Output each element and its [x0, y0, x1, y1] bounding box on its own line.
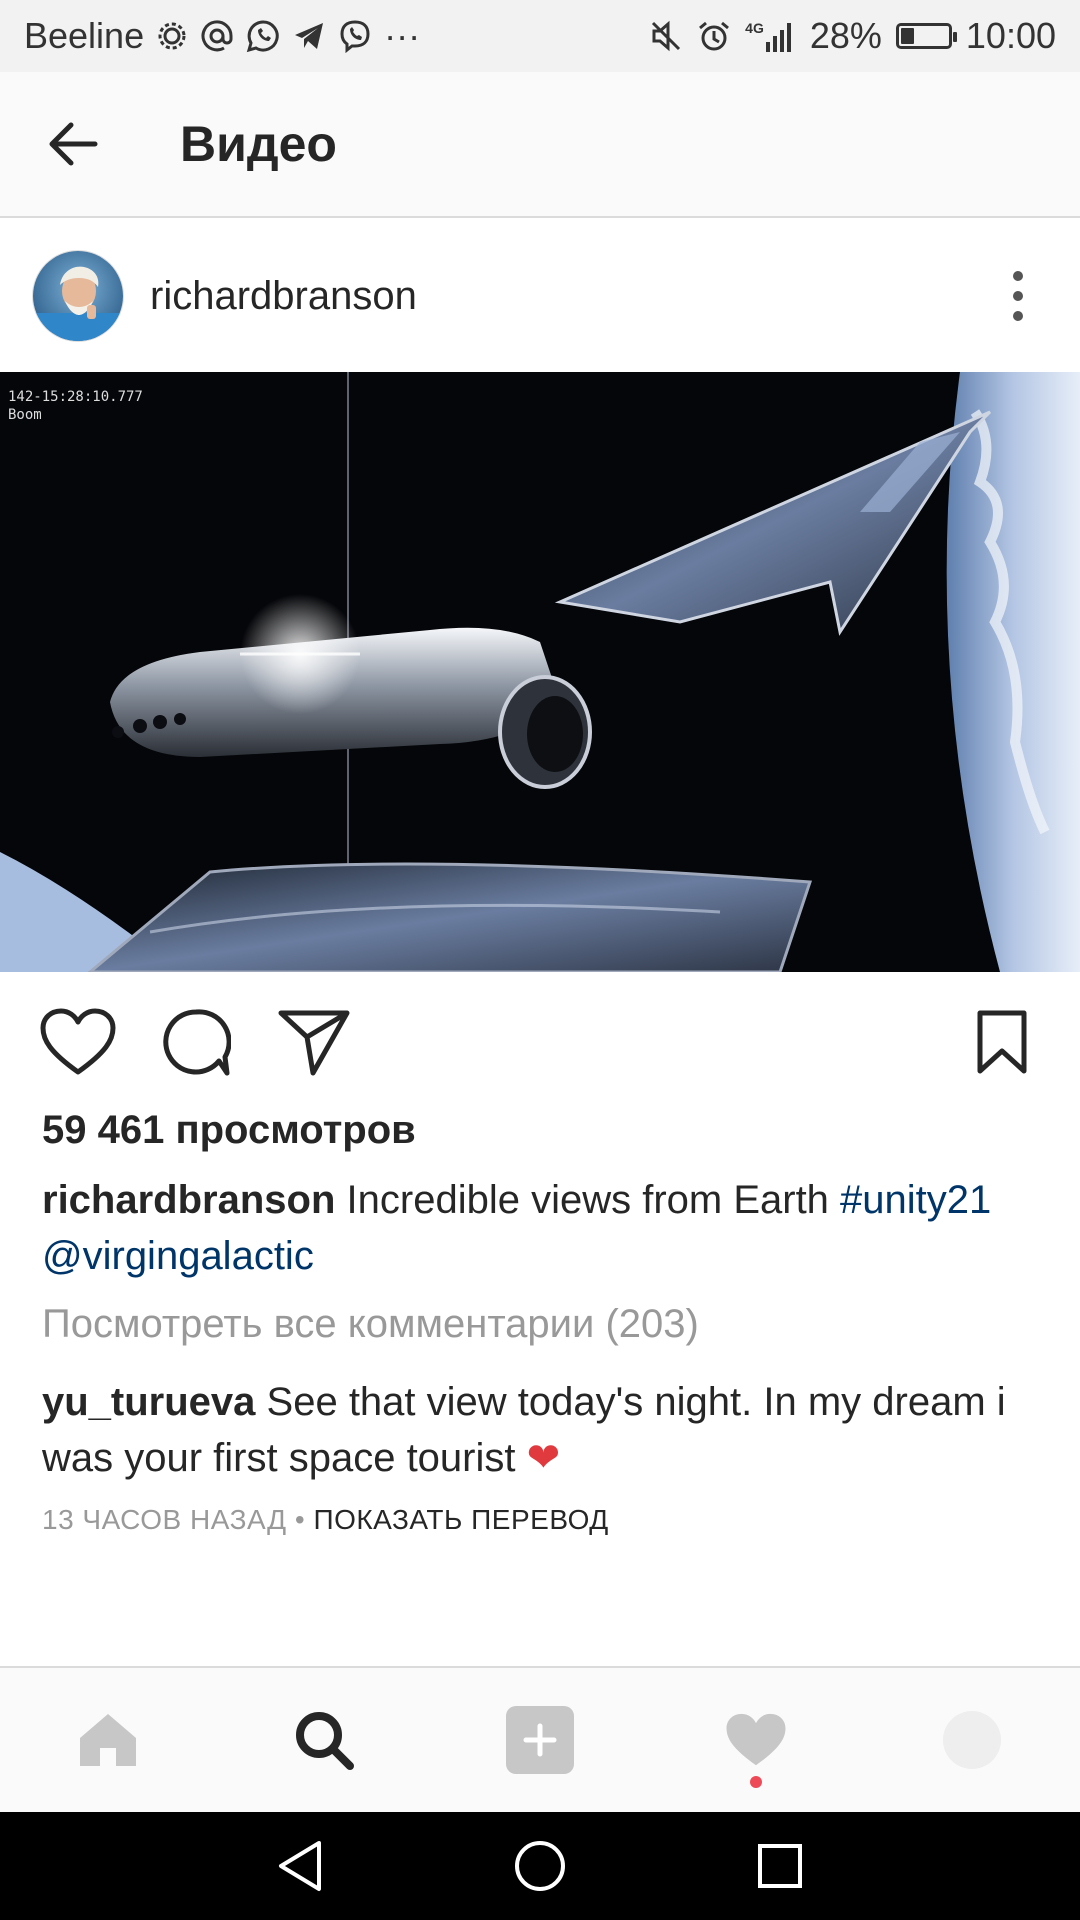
carrier-name: Beeline: [24, 15, 145, 56]
add-post-icon: [506, 1706, 574, 1774]
notification-dot: [750, 1776, 762, 1788]
alarm-icon: [697, 19, 731, 53]
heart-filled-icon: [726, 1713, 786, 1766]
more-notifications-icon: ···: [384, 15, 421, 56]
network-type: 4G: [745, 20, 764, 36]
status-bar: Beeline ··· 4G 28% 10:00: [0, 0, 1080, 72]
spaceship-video-frame: [0, 372, 1080, 972]
mention-link[interactable]: @virgingalactic: [42, 1234, 314, 1278]
dot-icon: [1013, 271, 1023, 281]
dot-icon: [1013, 311, 1023, 321]
avatar[interactable]: [32, 250, 124, 342]
save-bookmark-button[interactable]: [962, 1002, 1042, 1082]
video-timestamp-overlay: 142-15:28:10.777 Boom: [8, 388, 143, 424]
post-actions: [0, 992, 1080, 1092]
comment-bubble-icon: [163, 1009, 231, 1076]
system-back-button[interactable]: [255, 1821, 345, 1911]
post-username[interactable]: richardbranson: [150, 274, 417, 319]
at-notification-icon: [200, 19, 234, 53]
paper-plane-icon: [278, 1010, 350, 1076]
nav-activity[interactable]: [696, 1680, 816, 1800]
back-button[interactable]: [0, 71, 146, 217]
red-heart-emoji: ❤: [526, 1436, 561, 1480]
profile-avatar-icon: [943, 1711, 1001, 1769]
comment: yu_turueva See that view today's night. …: [42, 1374, 1042, 1486]
square-recents-icon: [758, 1844, 802, 1888]
bottom-navigation: [0, 1666, 1080, 1812]
nav-home[interactable]: [48, 1680, 168, 1800]
video-label: Boom: [8, 407, 42, 423]
top-app-bar: Видео: [0, 72, 1080, 218]
viber-notification-icon: [338, 19, 372, 53]
more-options-button[interactable]: [988, 256, 1048, 336]
arrow-left-icon: [49, 122, 98, 166]
telegram-notification-icon: [292, 19, 326, 53]
search-icon: [296, 1712, 354, 1770]
gear-notification-icon: [156, 20, 188, 52]
nav-search[interactable]: [264, 1680, 384, 1800]
share-button[interactable]: [274, 1002, 354, 1082]
post-caption: richardbranson Incredible views from Ear…: [42, 1172, 1042, 1284]
caption-username[interactable]: richardbranson: [42, 1178, 335, 1222]
home-icon: [80, 1714, 136, 1766]
show-translation-link[interactable]: ПОКАЗАТЬ ПЕРЕВОД: [313, 1504, 608, 1535]
system-navigation-bar: [0, 1812, 1080, 1920]
triangle-back-icon: [279, 1841, 321, 1891]
battery-percent: 28%: [809, 15, 882, 56]
clock: 10:00: [965, 15, 1056, 56]
hashtag-link[interactable]: #unity21: [840, 1178, 991, 1222]
comment-username[interactable]: yu_turueva: [42, 1380, 255, 1424]
whatsapp-notification-icon: [246, 19, 280, 53]
caption-text: Incredible views from Earth: [335, 1178, 841, 1222]
like-button[interactable]: [38, 1002, 118, 1082]
post-meta: 13 ЧАСОВ НАЗАД • ПОКАЗАТЬ ПЕРЕВОД: [42, 1504, 609, 1536]
battery-icon: [895, 23, 957, 49]
page-title: Видео: [180, 116, 337, 172]
video-player[interactable]: 142-15:28:10.777 Boom: [0, 372, 1080, 972]
video-timestamp: 142-15:28:10.777: [8, 389, 143, 405]
comment-button[interactable]: [156, 1002, 236, 1082]
system-home-button[interactable]: [495, 1821, 585, 1911]
circle-home-icon: [515, 1841, 565, 1891]
nav-new-post[interactable]: [480, 1680, 600, 1800]
system-recents-button[interactable]: [735, 1821, 825, 1911]
nav-profile[interactable]: [912, 1680, 1032, 1800]
heart-outline-icon: [40, 1008, 116, 1075]
view-count: 59 461 просмотров: [42, 1108, 416, 1152]
meta-separator: •: [286, 1504, 314, 1535]
post-time-ago: 13 ЧАСОВ НАЗАД: [42, 1504, 287, 1535]
mute-icon: [649, 19, 683, 53]
post-header: richardbranson: [0, 220, 1080, 372]
bookmark-icon: [977, 1010, 1027, 1074]
dot-icon: [1013, 291, 1023, 301]
signal-icon: 4G: [745, 20, 796, 52]
view-all-comments-link[interactable]: Посмотреть все комментарии (203): [42, 1302, 699, 1347]
